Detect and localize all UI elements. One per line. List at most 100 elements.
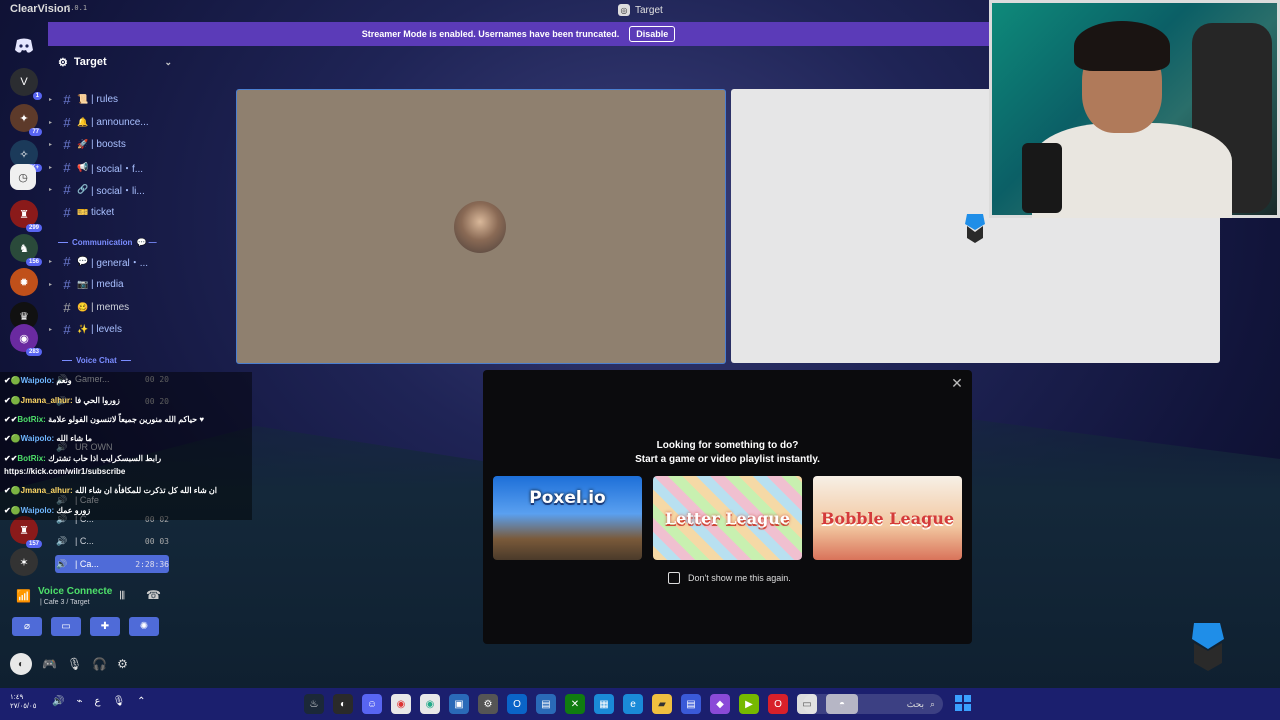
clock[interactable]: ١:٤٩ ٢٧/٠٥/٠٥ [10,693,36,711]
microphone-icon[interactable]: 🎙 [67,657,82,671]
server-icon[interactable]: ✹ [10,268,38,296]
signal-icon: 📶 [16,589,31,603]
channel-memes[interactable]: # 🥴 | memes [48,298,176,316]
microphone-icon [1022,143,1062,213]
modal-title: Looking for something to do? [656,440,799,451]
server-header[interactable]: ⚙ Target ⌄ [58,54,172,70]
taskbar: ١:٤٩ ٢٧/٠٥/٠٥ 🔊 ⌁ ع 🎙 ⌃ ♨ ◐ ☺ ◉ ◉ ▣ ⚙ O … [0,688,1280,720]
app-icon[interactable]: ▤ [536,694,556,714]
game-card-poxel[interactable]: Poxel.io [493,476,642,560]
chat-link[interactable]: https://kick.com/wilr1/subscribe [4,467,125,476]
store-icon[interactable]: ▦ [594,694,614,714]
game-card-letter-league[interactable]: Letter League [653,476,802,560]
server-icon[interactable]: ✶ [10,548,38,576]
outlook-icon[interactable]: O [507,694,527,714]
voice-connected-panel: 📶 Voice Connecte | Cafe 3 / Target 𝄃𝄃 ☎ [10,584,170,614]
hash-icon: # [63,253,71,269]
server-badge: 299 [25,224,42,232]
taskbar-search[interactable]: بحث ⌕ [803,694,943,714]
user-avatar [454,201,506,253]
channel-social-links[interactable]: ▸ # 🔗 | social・li... [48,180,176,198]
server-icon[interactable]: ♜ 157 [10,516,42,548]
stream-chat-overlay: ✔🟢Waipolo: وتعم ✔🟢Jmana_alhur: زوروا الح… [0,372,252,520]
copilot-icon[interactable]: ◆ [710,694,730,714]
dont-show-again[interactable]: Don't show me this again. [668,572,791,584]
windows-start-icon[interactable] [955,695,971,711]
system-tray: 🔊 ⌁ ع 🎙 ⌃ [52,696,146,707]
voice-channel-row-active[interactable]: 🔊 | Ca... 2:28:36 [55,555,169,573]
taskbar-apps: ♨ ◐ ☺ ◉ ◉ ▣ ⚙ O ▤ ✕ ▦ e ▰ ▤ ◆ ▶ O ▭ ◓ [304,694,858,714]
webcam-overlay [989,0,1280,218]
discord-home-icon[interactable] [10,32,38,60]
brand-logo-icon [1192,623,1224,671]
settings-gear-icon[interactable]: ⚙ [117,657,128,671]
headset-icon[interactable]: 🎧 [92,657,107,671]
checkbox[interactable] [668,572,680,584]
steam-icon[interactable]: ♨ [304,694,324,714]
server-icon[interactable]: ♞ 156 [10,234,42,266]
disconnect-icon[interactable]: ☎ [146,588,161,602]
checkbox-label: Don't show me this again. [688,573,791,583]
channel-rules[interactable]: ▸ # 📜 | rules [48,90,176,108]
edge-icon[interactable]: e [623,694,643,714]
voice-connected-title[interactable]: Voice Connecte [38,586,112,597]
photos-icon[interactable]: ▣ [449,694,469,714]
opera-icon[interactable]: O [768,694,788,714]
language-indicator[interactable]: ع [94,696,100,707]
app-icon[interactable]: ▤ [681,694,701,714]
nvidia-icon[interactable]: ▶ [739,694,759,714]
app-version: 7.0.1 [66,4,88,12]
xbox-icon[interactable]: ✕ [565,694,585,714]
game-card-bobble-league[interactable]: Bobble League [813,476,962,560]
disable-button[interactable]: Disable [629,26,676,42]
search-icon: ⌕ [929,698,935,709]
category-voice-chat[interactable]: Voice Chat [62,356,180,365]
voice-channel-row[interactable]: 🔊 | C... 00 03 [55,532,169,550]
camera-off-icon[interactable]: ⌀ [12,617,42,636]
server-icon-selected[interactable]: ◷ [10,164,36,190]
activities-icon[interactable]: ✚ [90,617,120,636]
hash-icon: # [63,91,71,107]
hash-icon: # [63,159,71,175]
settings-icon[interactable]: ⚙ [478,694,498,714]
close-icon[interactable]: ✕ [950,376,964,390]
channel-boosts[interactable]: ▸ # 🚀 | boosts [48,135,176,153]
channel-general[interactable]: ▸ # 💬 | general・... [48,252,176,270]
avatar[interactable]: ◐ [10,653,32,675]
category-communication[interactable]: Communication 💬 — [58,238,176,247]
discord-icon [15,38,33,53]
network-icon[interactable]: ⌁ [76,696,82,707]
noise-suppression-icon[interactable]: 𝄃𝄃 [120,590,125,603]
soundboard-icon[interactable]: ✺ [129,617,159,636]
server-icon[interactable]: V1 [10,68,42,100]
microphone-icon[interactable]: 🎙 [112,696,125,707]
server-name: Target [73,56,107,68]
channel-announcements[interactable]: ▸ # 🔔 | announce... [48,113,176,131]
server-icon[interactable]: ◉ 283 [10,324,42,356]
app-name: ClearVision [10,3,71,15]
modal-subtitle: Start a game or video playlist instantly… [635,454,820,465]
channel-social-f[interactable]: ▸ # 📢 | social・f... [48,158,176,176]
screen-share-icon[interactable]: ▭ [51,617,81,636]
discord-icon[interactable]: ☺ [362,694,382,714]
chrome-icon[interactable]: ◉ [391,694,411,714]
channel-media[interactable]: ▸ # 📷 | media [48,275,176,293]
chrome-icon[interactable]: ◉ [420,694,440,714]
chat-message: ✔🟢Waipolo: وتعم [4,376,72,385]
server-icon[interactable]: ✦ 77 [10,104,42,136]
brand-logo-icon [965,214,985,243]
hash-icon: # [63,136,71,152]
volume-icon[interactable]: 🔊 [52,696,64,707]
hash-icon: # [63,204,71,220]
streamer-mode-banner: Streamer Mode is enabled. Usernames have… [48,22,989,46]
channel-ticket[interactable]: # 🎫 ticket [48,203,176,221]
app-icon[interactable]: ◐ [333,694,353,714]
channel-levels[interactable]: ▸ # ✨ | levels [48,320,176,338]
gamepad-icon[interactable]: 🎮 [42,657,57,671]
voice-connected-channel[interactable]: | Cafe 3 / Target [40,599,90,606]
folder-icon[interactable]: ▰ [652,694,672,714]
chevron-up-icon[interactable]: ⌃ [137,696,145,707]
chevron-down-icon: ⌄ [164,56,172,67]
server-icon[interactable]: ♜ 299 [10,200,42,232]
hash-icon: # [63,321,71,337]
